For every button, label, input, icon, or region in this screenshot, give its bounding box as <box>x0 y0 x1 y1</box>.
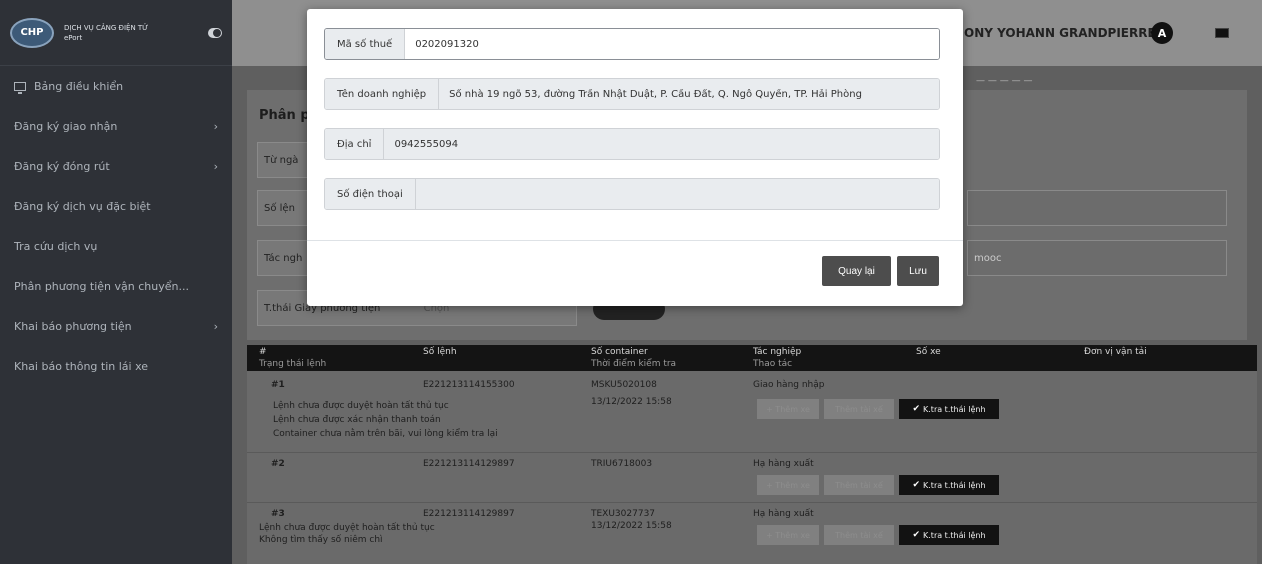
row-index: #2 <box>271 459 285 469</box>
sidebar-item-stuffing[interactable]: Đăng ký đóng rút › <box>0 146 232 186</box>
page-title: Phân p <box>259 108 310 123</box>
row-checked-at: 13/12/2022 15:58 <box>591 521 672 531</box>
row-index: #1 <box>271 380 285 390</box>
th-vehicle: Số xe <box>916 347 941 357</box>
add-vehicle-button[interactable]: + Thêm xe <box>757 475 819 495</box>
check-icon: ✔ <box>912 480 921 490</box>
th-index: # <box>259 347 267 357</box>
logo: CHP <box>10 17 54 48</box>
brand-text: DỊCH VỤ CẢNG ĐIỆN TỬ ePort <box>64 23 208 43</box>
sidebar-item-label: Bảng điều khiển <box>34 79 124 93</box>
company-info-modal: Mã số thuế Tên doanh nghiệp Địa chỉ Số đ… <box>307 9 963 306</box>
table-row: #1 E221213114155300 MSKU5020108 13/12/20… <box>247 371 1257 453</box>
address-label: Địa chỉ <box>325 129 385 159</box>
sidebar-item-label: Đăng ký giao nhận <box>14 119 118 133</box>
th-status: Trạng thái lệnh <box>259 359 327 369</box>
th-operation: Tác nghiệp <box>753 347 802 357</box>
row-container: TEXU3027737 <box>591 509 656 519</box>
sidebar-item-label: Phân phương tiện vận chuyển... <box>14 279 189 293</box>
row-status-line: Lệnh chưa được duyệt hoàn tất thủ tục <box>259 523 435 533</box>
th-container: Số container <box>591 347 648 357</box>
row-status-line: Lệnh chưa được duyệt hoàn tất thủ tục <box>273 401 449 411</box>
add-vehicle-button[interactable]: + Thêm xe <box>757 525 819 545</box>
phone-input[interactable] <box>415 179 939 209</box>
address-input[interactable] <box>384 129 939 159</box>
check-status-label: K.tra t.thái lệnh <box>923 480 986 490</box>
sidebar-item-label: Đăng ký dịch vụ đặc biệt <box>14 199 151 213</box>
add-driver-button[interactable]: Thêm tài xế <box>824 525 894 545</box>
check-status-button[interactable]: ✔ K.tra t.thái lệnh <box>899 475 999 495</box>
company-name-input[interactable] <box>439 79 939 109</box>
chevron-right-icon: › <box>213 319 218 333</box>
phone-label: Số điện thoại <box>325 179 416 209</box>
chevron-right-icon: › <box>213 159 218 173</box>
brand-line1: DỊCH VỤ CẢNG ĐIỆN TỬ <box>64 23 149 32</box>
row-operation: Hạ hàng xuất <box>753 509 814 519</box>
save-button[interactable]: Lưu <box>897 256 939 286</box>
row-order-no[interactable]: E221213114155300 <box>423 380 515 390</box>
add-driver-button[interactable]: Thêm tài xế <box>824 475 894 495</box>
add-driver-button[interactable]: Thêm tài xế <box>824 399 894 419</box>
sidebar-item-label: Khai báo phương tiện <box>14 319 132 333</box>
check-icon: ✔ <box>912 530 921 540</box>
sidebar-item-label: Đăng ký đóng rút <box>14 159 110 173</box>
company-name-label: Tên doanh nghiệp <box>325 79 440 109</box>
th-checked-at: Thời điểm kiểm tra <box>591 359 677 369</box>
tax-code-label: Mã số thuế <box>325 29 406 59</box>
orders-table: # Trạng thái lệnh Số lệnh Số container T… <box>247 345 1257 564</box>
sidebar-item-service-lookup[interactable]: Tra cứu dịch vụ <box>0 226 232 266</box>
address-group: Địa chỉ <box>324 128 940 160</box>
th-transport-unit: Đơn vị vận tải <box>1084 347 1147 357</box>
back-button[interactable]: Quay lại <box>822 256 891 286</box>
check-status-label: K.tra t.thái lệnh <box>923 530 986 540</box>
sidebar: CHP DỊCH VỤ CẢNG ĐIỆN TỬ ePort Bảng điều… <box>0 0 232 564</box>
table-row: #2 E221213114129897 TRIU6718003 Hạ hàng … <box>247 453 1257 503</box>
sidebar-item-vehicle-declare[interactable]: Khai báo phương tiện › <box>0 306 232 346</box>
row-operation: Giao hàng nhập <box>753 380 825 390</box>
sidebar-item-label: Tra cứu dịch vụ <box>14 239 98 253</box>
sidebar-item-delivery[interactable]: Đăng ký giao nhận › <box>0 106 232 146</box>
table-header: # Trạng thái lệnh Số lệnh Số container T… <box>247 345 1257 371</box>
table-row: #3 E221213114129897 TEXU3027737 13/12/20… <box>247 503 1257 563</box>
monitor-icon <box>14 81 26 94</box>
phone-group: Số điện thoại <box>324 178 940 210</box>
right-filter-field[interactable] <box>967 190 1227 226</box>
sidebar-item-label: Khai báo thông tin lái xe <box>14 359 149 373</box>
row-index: #3 <box>271 509 285 519</box>
flag-icon[interactable] <box>1215 28 1229 38</box>
tax-code-input[interactable] <box>405 29 939 59</box>
row-container: TRIU6718003 <box>591 459 653 469</box>
brand: CHP DỊCH VỤ CẢNG ĐIỆN TỬ ePort <box>0 0 232 66</box>
avatar[interactable]: A <box>1151 22 1173 44</box>
row-order-no[interactable]: E221213114129897 <box>423 509 515 519</box>
row-container: MSKU5020108 <box>591 380 657 390</box>
sidebar-item-dashboard[interactable]: Bảng điều khiển <box>0 66 232 106</box>
th-order-no: Số lệnh <box>423 347 457 357</box>
check-status-button[interactable]: ✔ K.tra t.thái lệnh <box>899 525 999 545</box>
check-icon: ✔ <box>912 404 921 414</box>
row-operation: Hạ hàng xuất <box>753 459 814 469</box>
modal-divider <box>307 240 963 241</box>
company-name-group: Tên doanh nghiệp <box>324 78 940 110</box>
row-status-line: Container chưa nằm trên bãi, vui lòng ki… <box>273 429 498 439</box>
row-checked-at: 13/12/2022 15:58 <box>591 397 672 407</box>
add-vehicle-button[interactable]: + Thêm xe <box>757 399 819 419</box>
row-status-line: Lệnh chưa được xác nhận thanh toán <box>273 415 441 425</box>
sidebar-toggle-icon[interactable] <box>208 27 222 38</box>
row-order-no[interactable]: E221213114129897 <box>423 459 515 469</box>
row-status-line: Không tìm thấy số niêm chì <box>259 535 383 545</box>
sidebar-item-vehicle-assign[interactable]: Phân phương tiện vận chuyển... <box>0 266 232 306</box>
chevron-right-icon: › <box>213 119 218 133</box>
check-status-label: K.tra t.thái lệnh <box>923 404 986 414</box>
sidebar-item-driver-info[interactable]: Khai báo thông tin lái xe <box>0 346 232 386</box>
brand-line2: ePort <box>64 33 83 42</box>
breadcrumb: — — — — — <box>976 76 1033 86</box>
user-name[interactable]: ONY YOHANN GRANDPIERRE <box>964 26 1156 40</box>
sidebar-item-special-service[interactable]: Đăng ký dịch vụ đặc biệt <box>0 186 232 226</box>
th-actions: Thao tác <box>753 359 793 369</box>
trailer-field[interactable]: mooc <box>967 240 1227 276</box>
trailer-label: mooc <box>974 253 1002 264</box>
tax-code-group: Mã số thuế <box>324 28 940 60</box>
check-status-button[interactable]: ✔ K.tra t.thái lệnh <box>899 399 999 419</box>
